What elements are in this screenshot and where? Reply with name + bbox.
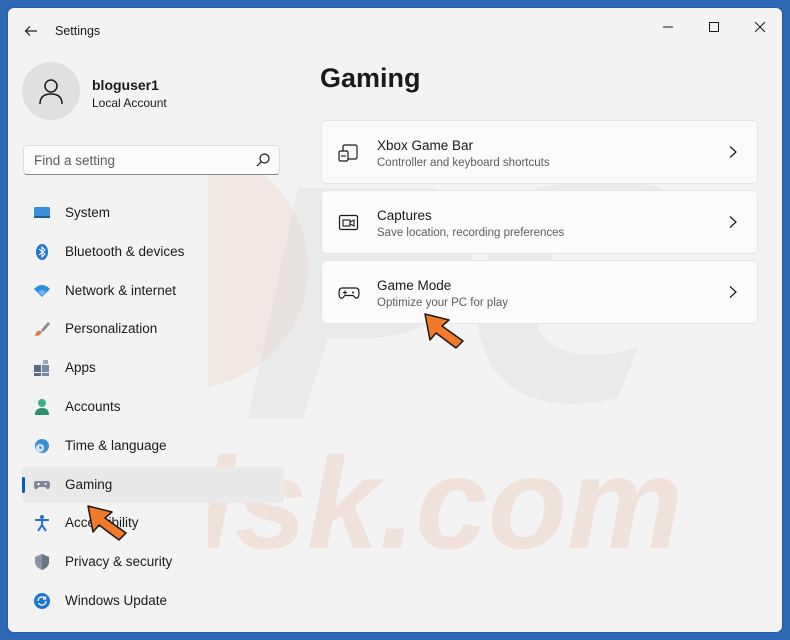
- bluetooth-icon: [36, 243, 48, 260]
- title-bar: Settings: [8, 8, 782, 54]
- card-subtitle: Save location, recording preferences: [377, 227, 565, 239]
- close-icon: [755, 22, 765, 32]
- game-mode-card[interactable]: Game Mode Optimize your PC for play: [321, 260, 758, 324]
- chevron-right-icon: [729, 216, 737, 228]
- game-mode-icon: [338, 287, 360, 299]
- game-bar-icon: [338, 144, 358, 162]
- captures-card[interactable]: Captures Save location, recording prefer…: [321, 190, 758, 254]
- monitor-icon: [34, 207, 50, 218]
- sidebar-item-apps[interactable]: Apps: [22, 350, 284, 386]
- back-button[interactable]: [18, 18, 44, 44]
- account-type: Local Account: [92, 96, 167, 110]
- sidebar-item-label: Apps: [65, 360, 96, 376]
- gamepad-icon: [34, 480, 50, 489]
- maximize-icon: [709, 22, 719, 32]
- sidebar-item-label: Network & internet: [65, 282, 177, 298]
- sidebar-item-system[interactable]: System: [22, 195, 284, 231]
- card-title: Game Mode: [377, 278, 452, 293]
- sidebar-item-label: Bluetooth & devices: [65, 243, 185, 259]
- sidebar-item-windows-update[interactable]: Windows Update: [22, 583, 284, 619]
- accessibility-icon: [35, 515, 49, 532]
- search-box[interactable]: [23, 145, 280, 175]
- sidebar-item-label: Windows Update: [65, 592, 168, 608]
- sidebar-item-gaming[interactable]: Gaming: [22, 466, 284, 503]
- sidebar-item-accounts[interactable]: Accounts: [22, 389, 284, 425]
- settings-window: risk.com Settings bloguser1 Local Accoun…: [8, 8, 782, 632]
- card-title: Xbox Game Bar: [377, 138, 474, 153]
- card-title: Captures: [377, 208, 432, 223]
- chevron-right-icon: [729, 146, 737, 158]
- sidebar-item-label: Accounts: [65, 398, 121, 414]
- brush-icon: [35, 322, 50, 337]
- apps-icon: [34, 360, 49, 377]
- sidebar-item-label: Privacy & security: [65, 554, 173, 570]
- card-subtitle: Optimize your PC for play: [377, 297, 509, 309]
- window-title: Settings: [55, 24, 101, 38]
- back-arrow-icon: [24, 26, 37, 36]
- shield-icon: [35, 554, 49, 571]
- settings-cards: Xbox Game Bar Controller and keyboard sh…: [321, 120, 758, 330]
- sidebar-item-label: Time & language: [65, 437, 167, 453]
- sidebar-item-label: Accessibility: [65, 515, 139, 531]
- wifi-icon: [34, 284, 50, 297]
- sidebar-item-personalization[interactable]: Personalization: [22, 311, 284, 347]
- chevron-right-icon: [729, 286, 737, 298]
- minimize-icon: [663, 26, 673, 28]
- globe-clock-icon: [35, 438, 49, 453]
- card-subtitle: Controller and keyboard shortcuts: [377, 157, 550, 169]
- minimize-button[interactable]: [646, 12, 690, 42]
- user-name: bloguser1: [92, 77, 159, 93]
- avatar: [22, 62, 80, 120]
- sidebar-item-bluetooth[interactable]: Bluetooth & devices: [22, 234, 284, 270]
- search-icon[interactable]: [255, 152, 271, 168]
- xbox-game-bar-card[interactable]: Xbox Game Bar Controller and keyboard sh…: [321, 120, 758, 184]
- person-icon: [35, 398, 49, 415]
- page-title: Gaming: [320, 63, 421, 93]
- sidebar-item-label: Gaming: [65, 476, 113, 492]
- sidebar-item-privacy-security[interactable]: Privacy & security: [22, 544, 284, 580]
- close-button[interactable]: [738, 12, 782, 42]
- sidebar-item-accessibility[interactable]: Accessibility: [22, 505, 284, 541]
- capture-icon: [338, 214, 359, 231]
- search-input[interactable]: [24, 146, 259, 174]
- maximize-button[interactable]: [692, 12, 736, 42]
- sidebar-item-label: System: [65, 205, 111, 220]
- sidebar-item-label: Personalization: [65, 321, 158, 337]
- update-icon: [34, 592, 50, 609]
- person-icon: [39, 79, 63, 105]
- sidebar-item-network[interactable]: Network & internet: [22, 273, 284, 309]
- sidebar-item-time-language[interactable]: Time & language: [22, 428, 284, 464]
- sidebar-nav: System Bluetooth & devices Network & int…: [22, 195, 284, 622]
